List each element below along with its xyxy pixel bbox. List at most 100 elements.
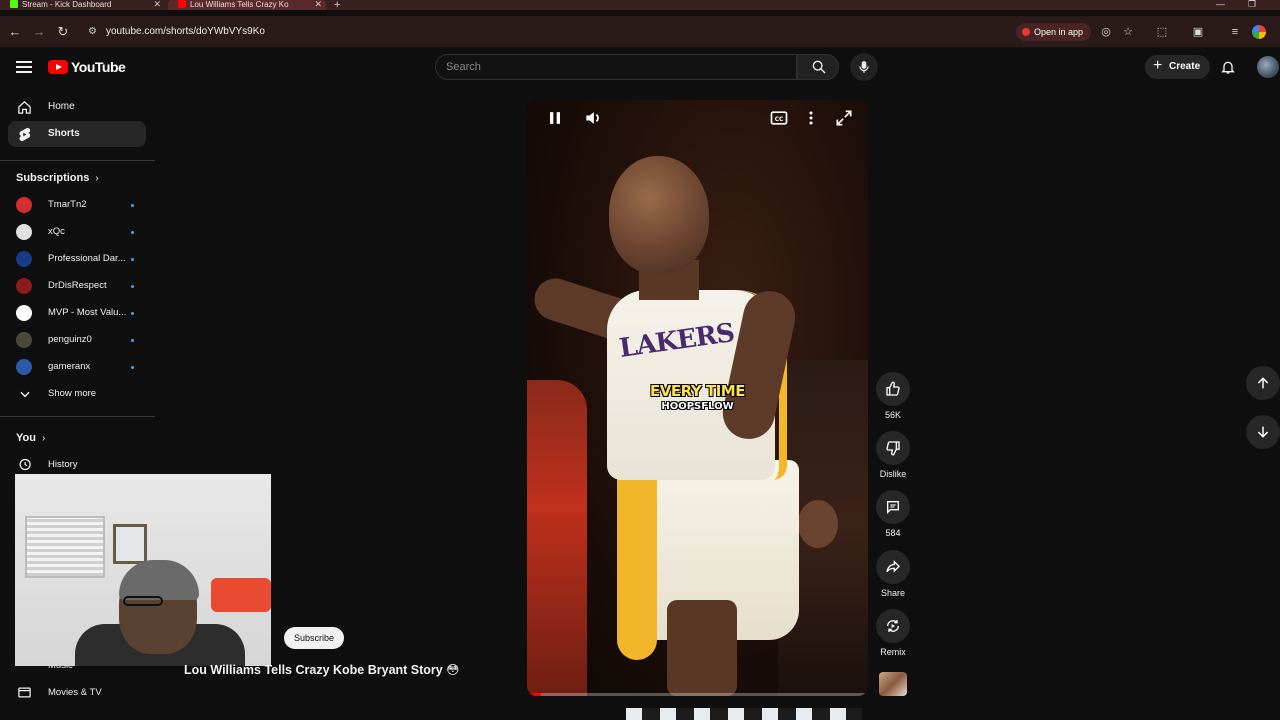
subscription-item[interactable]: penguinz0 [16,329,146,351]
sidebar-item-label: Movies & TV [48,687,102,698]
share-button[interactable]: Share [872,550,914,598]
channel-avatar [16,224,32,240]
shorts-player[interactable]: LAKERS EVERY TIME HOOPSFLOW [527,100,868,696]
youtube-favicon-icon [178,0,186,8]
like-count: 56K [884,410,901,420]
new-content-dot [131,258,134,261]
tab-kick-dashboard[interactable]: Stream - Kick Dashboard ✕ [0,0,165,10]
subscriptions-heading[interactable]: Subscriptions › [16,172,99,184]
show-more-label: Show more [48,388,97,399]
pause-button[interactable] [545,108,565,128]
split-view-icon[interactable]: ▣ [1191,25,1205,39]
video-player-leg [667,600,737,696]
minimize-icon[interactable]: — [1216,0,1225,9]
tab-youtube-short[interactable]: Lou Williams Tells Crazy Ko ✕ [168,0,326,10]
create-button[interactable]: Create [1145,54,1211,79]
eye-off-icon[interactable]: ◎ [1099,25,1113,39]
new-tab-icon[interactable]: + [334,0,340,11]
channel-avatar [16,251,32,267]
thumbs-down-icon [886,441,900,456]
youtube-logo[interactable]: YouTube [48,59,126,75]
short-title[interactable]: Lou Williams Tells Crazy Kobe Bryant Sto… [184,662,459,677]
subscription-item[interactable]: MVP - Most Valu... [16,302,146,324]
previous-short-button[interactable] [1246,366,1280,400]
subscribe-button[interactable]: Subscribe [284,627,345,649]
open-in-app-label: Open in app [1034,27,1084,37]
search-button[interactable] [797,54,839,80]
video-progress-track[interactable] [527,693,868,696]
subscription-item[interactable]: DrDisRespect [16,275,146,297]
sidebar-item-label: Home [48,101,75,112]
subscription-item[interactable]: gameranx [16,356,146,378]
channel-name: gameranx [48,361,91,372]
bookmark-star-icon[interactable]: ☆ [1121,25,1135,39]
channel-avatar [16,332,32,348]
subscriptions-heading-label: Subscriptions [16,172,90,184]
video-progress-fill [527,693,541,696]
sidebar-divider [0,416,155,417]
browser-tab-strip: Stream - Kick Dashboard ✕ Lou Williams T… [0,0,1280,11]
sidebar-item-history[interactable]: History [16,454,146,476]
new-content-dot [131,366,134,369]
notifications-bell-icon[interactable] [1220,58,1236,76]
like-button[interactable]: 56K [872,372,914,420]
show-more-button[interactable]: Show more [16,383,146,405]
media-control-icon[interactable]: ≡ [1228,25,1242,39]
reload-icon[interactable]: ↻ [55,24,71,40]
more-options-button[interactable] [801,108,821,128]
video-caption-main: EVERY TIME [650,382,745,400]
shorts-icon [19,127,31,142]
captions-button[interactable]: CC [769,108,789,128]
next-short-preview[interactable] [626,708,862,720]
dislike-label: Dislike [879,469,907,479]
account-avatar[interactable] [1257,56,1279,78]
sidebar-divider [0,160,155,161]
subscription-item[interactable]: xQc [16,221,146,243]
video-red-player [527,380,587,696]
comments-button[interactable]: 584 [872,490,914,538]
dislike-button[interactable]: Dislike [872,431,914,479]
channel-avatar [16,278,32,294]
svg-text:CC: CC [775,117,784,123]
back-icon[interactable]: ← [7,24,23,40]
logo-wordmark: YouTube [71,59,126,75]
video-shorts-trim [617,460,657,660]
new-content-dot [131,339,134,342]
you-heading-label: You [16,432,36,444]
arrow-up-icon [1257,377,1269,389]
remix-icon [887,620,899,632]
sidebar-item-shorts[interactable]: Shorts [8,121,146,147]
channel-name: Professional Dar... [48,253,126,264]
you-heading[interactable]: You › [16,432,45,444]
extensions-icon[interactable]: ⬚ [1155,25,1169,39]
profile-icon[interactable] [1252,25,1266,39]
open-in-app-button[interactable]: Open in app [1016,23,1092,41]
close-icon[interactable]: ✕ [314,0,322,9]
address-bar[interactable]: ⚙ youtube.com/shorts/doYWbVYs9Ko [80,21,1180,43]
chevron-right-icon: › [95,173,99,184]
tab-title: Stream - Kick Dashboard [22,0,112,9]
site-info-icon[interactable]: ⚙ [88,26,100,38]
remix-button[interactable]: Remix [872,609,914,657]
chevron-right-icon: › [41,433,46,444]
channel-name: MVP - Most Valu... [48,307,127,318]
next-short-button[interactable] [1246,415,1280,449]
search-input[interactable]: Search [435,54,797,80]
channel-avatar [16,197,32,213]
sidebar-item-home[interactable]: Home [8,94,146,120]
voice-search-button[interactable] [850,53,878,81]
sidebar-item-movies[interactable]: Movies & TV [16,682,146,704]
channel-name: TmarTn2 [48,199,87,210]
subscription-item[interactable]: Professional Dar... [16,248,146,270]
subscription-item[interactable]: TmarTn2 [16,194,146,216]
fullscreen-button[interactable] [834,108,854,128]
restore-icon[interactable]: ❐ [1248,0,1256,10]
volume-button[interactable] [583,108,603,128]
webcam-glasses [123,596,163,606]
close-icon[interactable]: ✕ [153,0,161,9]
audio-source-thumbnail[interactable] [879,672,907,696]
webcam-overlay [15,474,271,666]
new-content-dot [131,312,134,315]
menu-icon[interactable] [16,61,32,73]
forward-icon[interactable]: → [31,24,47,40]
